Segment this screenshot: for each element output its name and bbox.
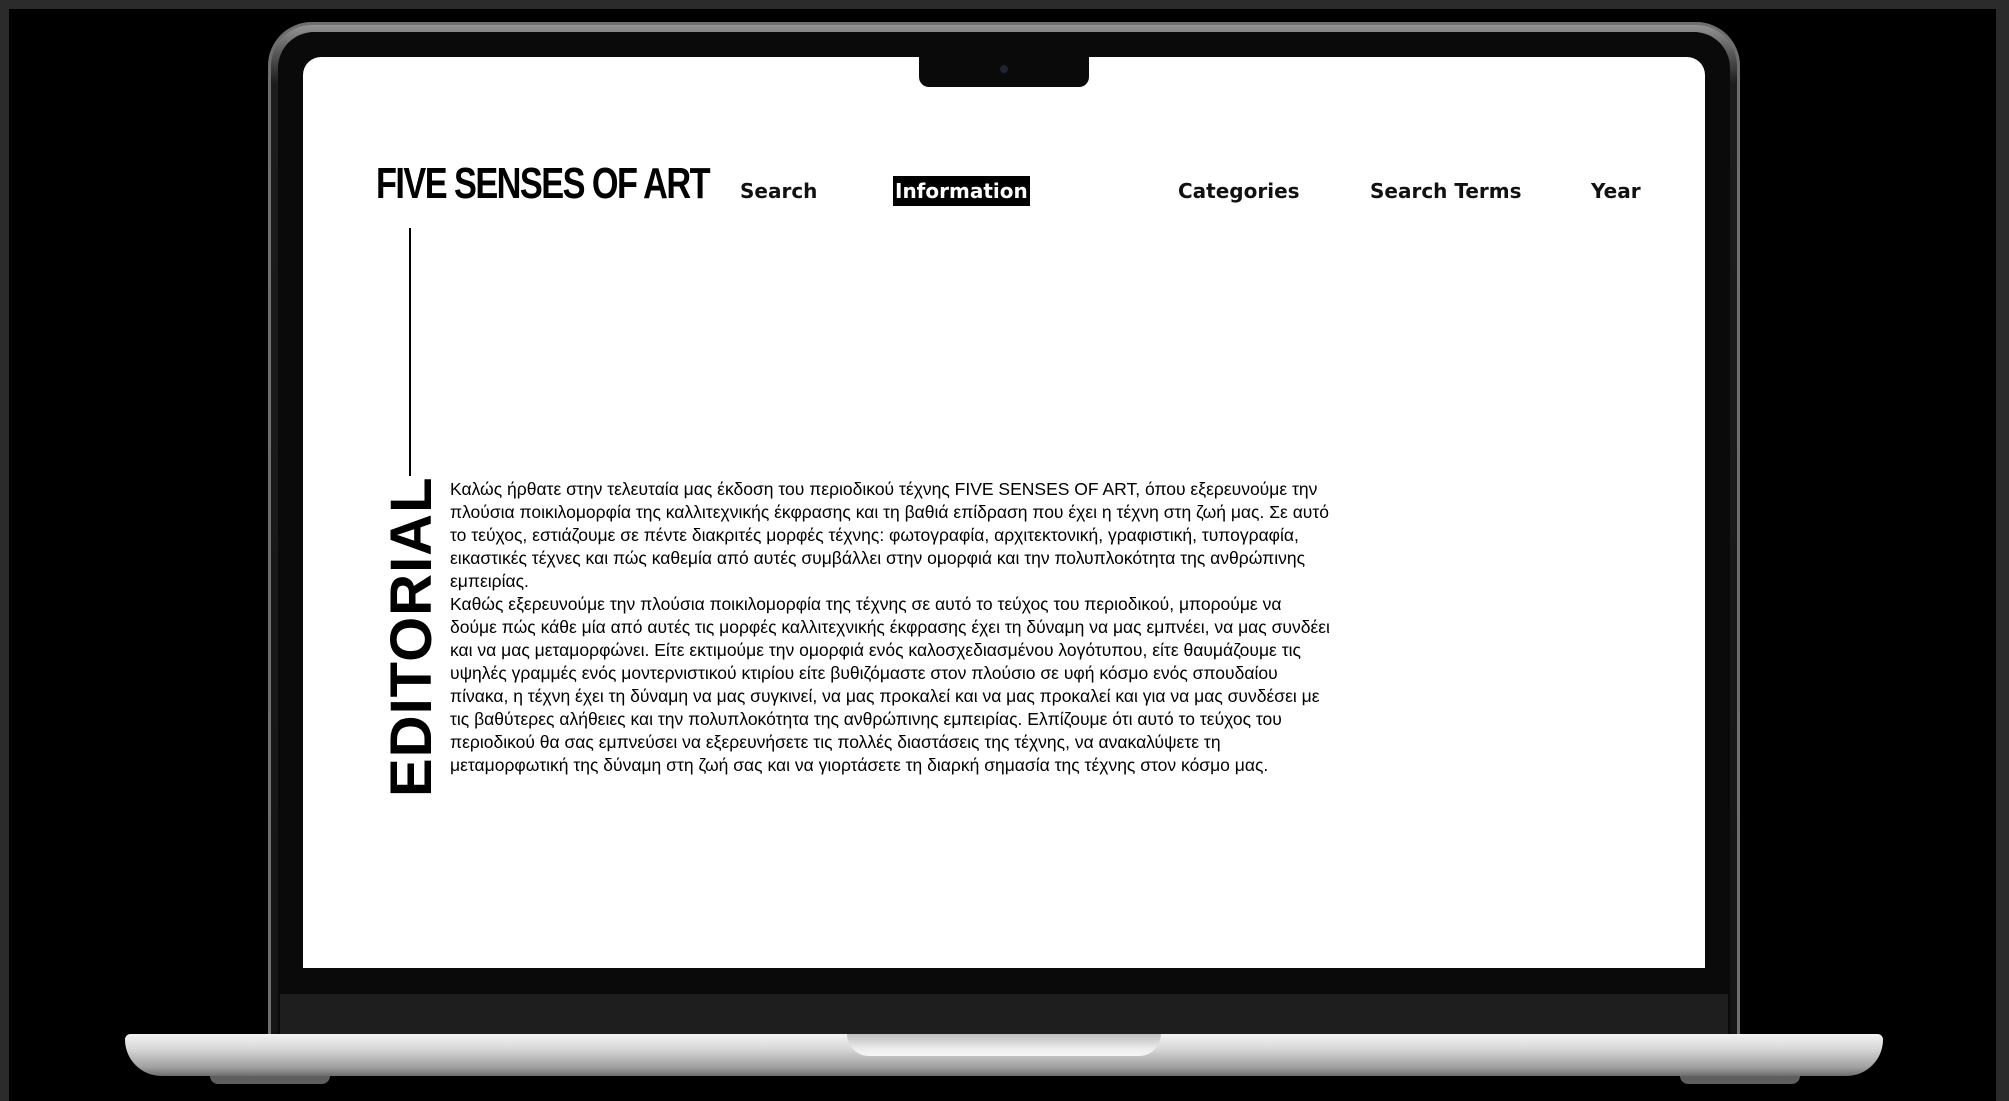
laptop-foot-right: [1680, 1076, 1800, 1084]
nav-search-terms[interactable]: Search Terms: [1370, 179, 1522, 203]
site-logo[interactable]: FIVE SENSES OF ART: [376, 159, 711, 209]
laptop-screen: FIVE SENSES OF ART Search Information Ca…: [303, 57, 1705, 968]
nav-information[interactable]: Information: [893, 176, 1030, 206]
editorial-paragraph: Καλώς ήρθατε στην τελευταία μας έκδοση τ…: [450, 479, 1330, 591]
editorial-heading: EDITORIAL: [379, 476, 444, 798]
vertical-divider: [409, 228, 411, 476]
frame-edge-top: [0, 0, 2009, 9]
camera-notch: [919, 57, 1089, 87]
camera-icon: [1000, 65, 1008, 73]
frame-edge-left: [0, 0, 9, 1101]
laptop-base: [125, 1034, 1883, 1076]
laptop-base-groove: [847, 1034, 1161, 1056]
laptop-foot-left: [210, 1076, 330, 1084]
frame-edge-right: [1996, 0, 2009, 1101]
nav-search[interactable]: Search: [740, 179, 817, 203]
nav-categories[interactable]: Categories: [1178, 179, 1300, 203]
editorial-paragraph: Καθώς εξερευνούμε την πλούσια ποικιλομορ…: [450, 594, 1330, 775]
nav-year[interactable]: Year: [1591, 179, 1641, 203]
editorial-body: Καλώς ήρθατε στην τελευταία μας έκδοση τ…: [450, 478, 1330, 777]
laptop-bezel-bottom: [280, 994, 1728, 1036]
